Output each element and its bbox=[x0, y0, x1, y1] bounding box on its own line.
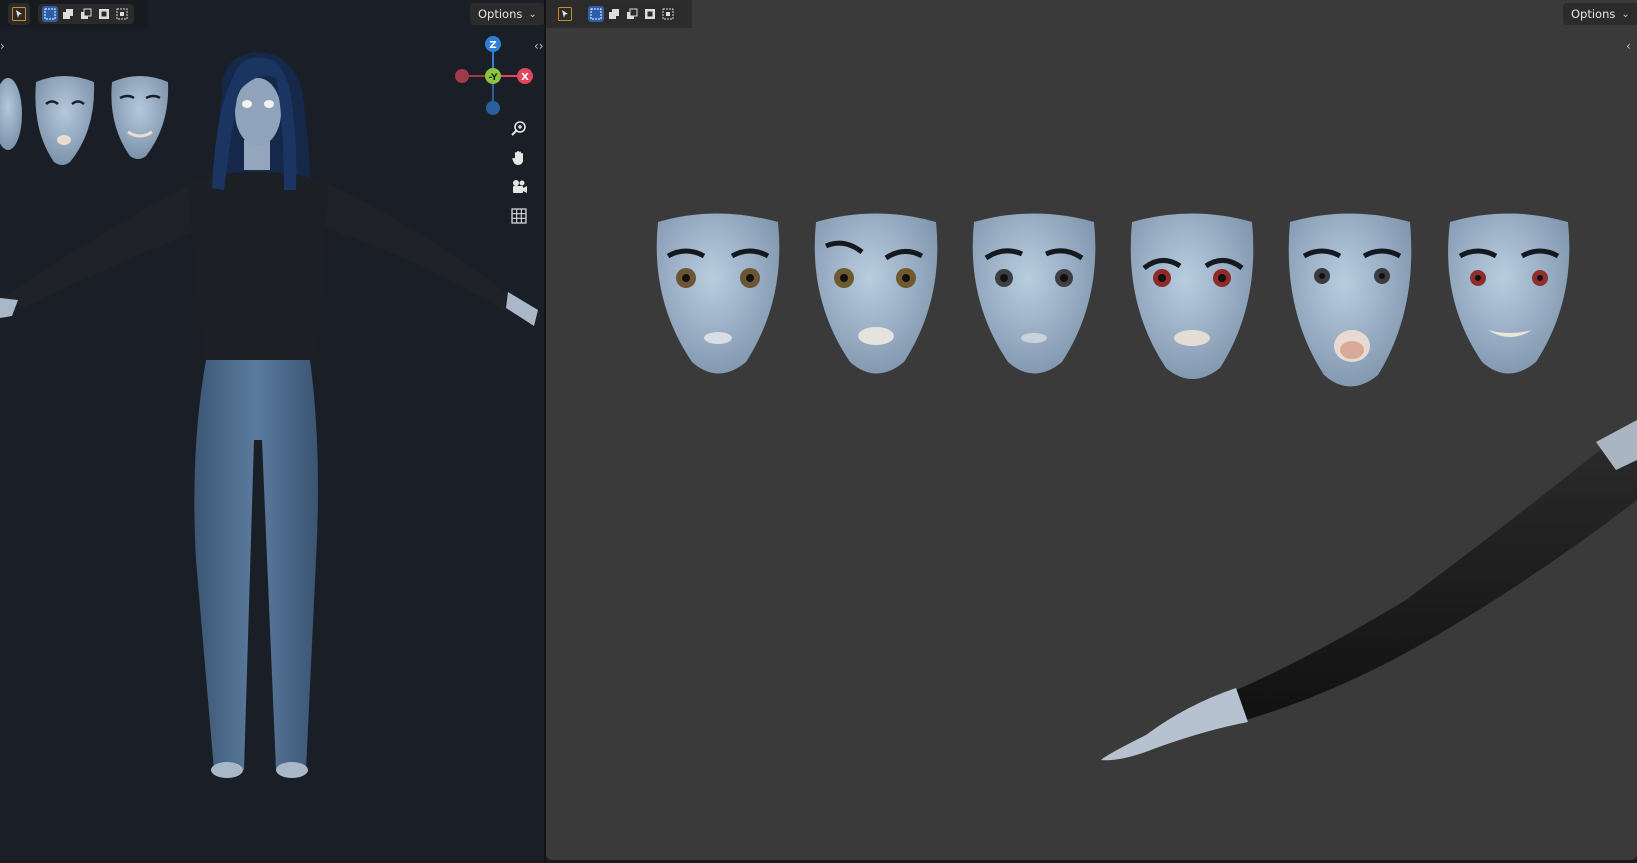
character-model bbox=[0, 52, 540, 778]
face-mask-partial bbox=[0, 78, 22, 150]
left-3d-viewport[interactable]: Options ⌄ › ‹› Z X -Y bbox=[0, 0, 544, 860]
face-mask-2 bbox=[814, 213, 938, 374]
face-mask-1 bbox=[656, 213, 780, 374]
face-mask-6 bbox=[1448, 213, 1570, 374]
face-mask-4 bbox=[1130, 213, 1254, 379]
right-3d-viewport[interactable]: Options ⌄ ‹ bbox=[546, 0, 1637, 860]
left-scene-render bbox=[0, 52, 540, 778]
right-scene-render bbox=[656, 213, 1637, 761]
face-mask-smile bbox=[111, 76, 169, 159]
face-mask-surprised bbox=[35, 76, 95, 165]
face-mask-5 bbox=[1288, 213, 1412, 387]
face-mask-3 bbox=[972, 213, 1096, 374]
foreground-arm bbox=[1101, 420, 1637, 761]
